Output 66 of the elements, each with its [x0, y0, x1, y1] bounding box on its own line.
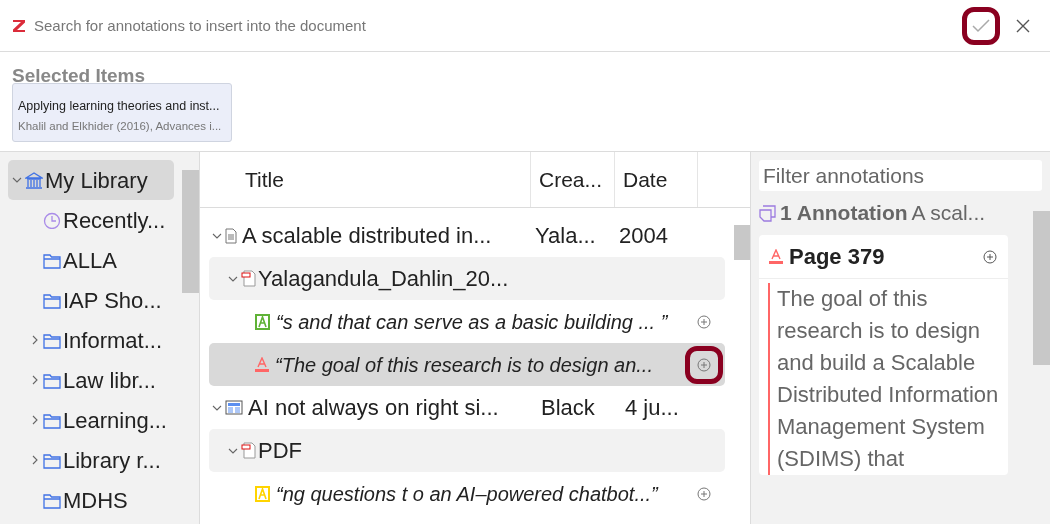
item-creator: Black [540, 394, 596, 422]
document-icon [225, 227, 237, 244]
item-date: 2004 [618, 222, 668, 250]
scrollbar-thumb[interactable] [1033, 211, 1050, 365]
item-creator: Yala... [534, 222, 597, 250]
folder-icon [43, 411, 61, 429]
collection-item[interactable]: Law libr... [8, 360, 174, 400]
search-field[interactable]: Search for annotations to insert into the document [34, 10, 954, 41]
collection-item[interactable]: Informat... [8, 320, 174, 360]
collection-item[interactable]: ALLA [8, 240, 174, 280]
item-title[interactable]: A scalable distributed in... [242, 219, 527, 252]
confirm-button[interactable] [962, 6, 1000, 45]
collection-item[interactable]: Learning... [8, 400, 174, 440]
column-header[interactable]: Title [200, 152, 530, 207]
section-heading: Selected Items [12, 64, 147, 84]
add-button[interactable] [685, 345, 723, 384]
pdf-icon [241, 442, 256, 459]
collection-item[interactable]: Recently... [8, 200, 174, 240]
folder-icon [43, 491, 61, 509]
item-title[interactable]: AI not always on right si... [248, 391, 533, 424]
folder-icon [43, 371, 61, 389]
folder-icon [43, 451, 61, 469]
attachment-row[interactable]: Yalagandula_Dahlin_20... [209, 257, 725, 300]
collection-item[interactable]: IAP Sho... [8, 280, 174, 320]
library-icon [25, 171, 43, 189]
newspaper-icon [225, 400, 243, 415]
annotation-row[interactable]: “The goal of this research is to design an... [209, 343, 725, 386]
chevron-right-icon[interactable] [30, 415, 40, 425]
scrollbar-thumb[interactable] [734, 225, 750, 260]
item-title: Applying learning theories and inst... [18, 98, 221, 115]
annotation-card[interactable]: Page 379 The goal of this research is to design and build a Scalable Distributed Information Management System (SDIMS) that [759, 235, 1008, 475]
collection-item[interactable]: MDHS [8, 480, 174, 520]
folder-icon [43, 291, 61, 309]
plus-icon [983, 249, 997, 264]
chevron-right-icon[interactable] [30, 455, 40, 465]
column-header[interactable]: Date [614, 152, 698, 207]
annotation-row[interactable]: “ng questions t o an AI–powered chatbot...” [209, 472, 725, 515]
item-title: A scal... [911, 200, 986, 227]
annotation-row[interactable]: “s and that can serve as a basic building ... ” [209, 300, 725, 343]
attachment-row[interactable]: PDF [209, 429, 725, 472]
folder-icon [43, 331, 61, 349]
plus-icon [697, 357, 711, 372]
plus-icon [697, 314, 711, 329]
item-date: 4 ju... [624, 394, 679, 422]
chevron-down-icon[interactable] [12, 175, 22, 185]
page-label: Page 379 [789, 243, 886, 271]
scrollbar-thumb[interactable] [182, 170, 199, 293]
chevron-right-icon[interactable] [30, 375, 40, 385]
item-citation: Khalil and Elkhider (2016), Advances i... [18, 118, 223, 134]
filter-field[interactable]: Filter annotations [759, 160, 1042, 191]
chevron-right-icon[interactable] [30, 335, 40, 345]
column-header[interactable]: Crea... [530, 152, 614, 207]
collection-item[interactable]: Library r... [8, 440, 174, 480]
selected-item-card[interactable]: Applying learning theories and inst... Khalil and Elkhider (2016), Advances i... [12, 83, 232, 142]
collection-item[interactable]: My Library [8, 160, 174, 200]
annotation-text: The goal of this research is to design and build a Scalable Distributed Information Management System (SDIMS) that [768, 283, 1004, 475]
annotation-count: 1 Annotation [780, 200, 908, 227]
zotero-logo-icon [12, 18, 26, 33]
checkmark-icon [972, 18, 990, 33]
pdf-icon [241, 270, 256, 287]
annotations-icon [759, 204, 776, 222]
add-button[interactable] [982, 248, 998, 265]
clock-icon [43, 211, 61, 229]
close-icon [1016, 18, 1030, 33]
plus-icon [697, 486, 711, 501]
folder-icon [43, 251, 61, 269]
